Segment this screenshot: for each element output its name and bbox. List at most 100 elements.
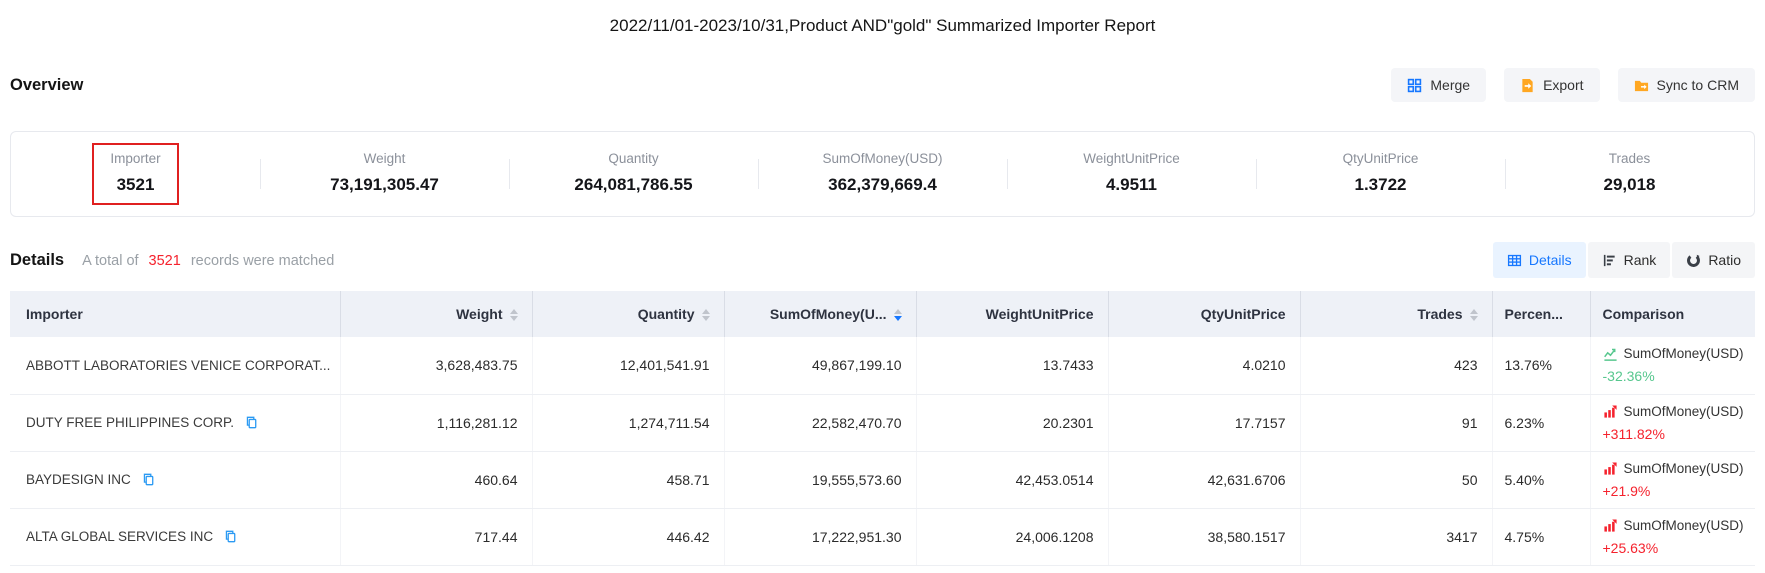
copy-icon[interactable] — [142, 473, 155, 486]
button-label: Export — [1543, 77, 1583, 93]
column-label: WeightUnitPrice — [986, 306, 1094, 322]
sort-desc-icon[interactable] — [894, 316, 902, 321]
sync-to-crm-button[interactable]: Sync to CRM — [1618, 68, 1755, 102]
quantity-cell: 446.42 — [532, 508, 724, 565]
overview-stat-weight: Weight 73,191,305.47 — [260, 145, 509, 203]
tab-label: Details — [1529, 252, 1572, 268]
column-header-trades[interactable]: Trades — [1300, 291, 1492, 337]
view-tabs: Details Rank Ratio — [1493, 242, 1755, 278]
column-header-quantity[interactable]: Quantity — [532, 291, 724, 337]
stat-label: Quantity — [574, 151, 692, 167]
column-header-importer: Importer — [10, 291, 340, 337]
sort-desc-icon[interactable] — [510, 316, 518, 321]
trend-up-icon — [1603, 518, 1618, 533]
comparison-change: +25.63% — [1603, 539, 1755, 557]
importer-highlight-box: Importer 3521 — [92, 143, 178, 205]
sort-asc-icon[interactable] — [894, 309, 902, 314]
overview-heading: Overview — [10, 76, 83, 95]
trades-cell: 50 — [1300, 451, 1492, 508]
sort-desc-icon[interactable] — [702, 316, 710, 321]
details-table-wrap: Importer Weight Quantity SumOfMoney(U... Wei… — [10, 291, 1755, 566]
column-label: Importer — [26, 306, 83, 322]
stat-value: 3521 — [110, 175, 160, 195]
column-header-weight[interactable]: Weight — [340, 291, 532, 337]
percent-cell: 4.75% — [1492, 508, 1590, 565]
column-label: Trades — [1417, 306, 1462, 322]
stat-value: 1.3722 — [1343, 175, 1419, 195]
tab-rank[interactable]: Rank — [1588, 242, 1671, 278]
trend-up-icon — [1603, 404, 1618, 419]
comparison-change: +311.82% — [1603, 425, 1755, 443]
weight-cell: 3,628,483.75 — [340, 337, 532, 394]
qty-unit-price-cell: 4.0210 — [1108, 337, 1300, 394]
stat-label: WeightUnitPrice — [1083, 151, 1180, 167]
sort-desc-icon[interactable] — [1470, 316, 1478, 321]
stat-label: SumOfMoney(USD) — [822, 151, 942, 167]
comparison-change: +21.9% — [1603, 482, 1755, 500]
weight-cell: 460.64 — [340, 451, 532, 508]
stat-value: 362,379,669.4 — [822, 175, 942, 195]
copy-icon[interactable] — [224, 530, 237, 543]
overview-stat-importer: Importer 3521 — [11, 143, 260, 205]
weight-cell: 1,116,281.12 — [340, 394, 532, 451]
column-label: Weight — [456, 306, 502, 322]
tab-ratio[interactable]: Ratio — [1672, 242, 1755, 278]
overview-stat-weightunitprice: WeightUnitPrice 4.9511 — [1007, 145, 1256, 203]
qty-unit-price-cell: 17.7157 — [1108, 394, 1300, 451]
export-button[interactable]: Export — [1504, 68, 1599, 102]
column-label: Percen... — [1505, 306, 1563, 322]
weight-unit-price-cell: 13.7433 — [916, 337, 1108, 394]
sort-carets[interactable] — [1470, 309, 1478, 321]
stat-label: Trades — [1604, 151, 1656, 167]
merge-icon — [1407, 78, 1422, 93]
importer-name[interactable]: ALTA GLOBAL SERVICES INC — [26, 529, 213, 544]
weight-cell: 717.44 — [340, 508, 532, 565]
column-header-sumofmoney-u[interactable]: SumOfMoney(U... — [724, 291, 916, 337]
quantity-cell: 1,274,711.54 — [532, 394, 724, 451]
trades-cell: 3417 — [1300, 508, 1492, 565]
sort-asc-icon[interactable] — [1470, 309, 1478, 314]
ratio-icon — [1686, 253, 1701, 268]
importer-report-page: 2022/11/01-2023/10/31,Product AND"gold" … — [0, 0, 1765, 573]
weight-unit-price-cell: 42,453.0514 — [916, 451, 1108, 508]
sort-asc-icon[interactable] — [702, 309, 710, 314]
overview-stat-trades: Trades 29,018 — [1505, 145, 1754, 203]
sort-carets[interactable] — [894, 309, 902, 321]
table-body: ABBOTT LABORATORIES VENICE CORPORAT... 3… — [10, 337, 1755, 565]
percent-cell: 13.76% — [1492, 337, 1590, 394]
column-label: SumOfMoney(U... — [770, 306, 887, 322]
trend-down-icon — [1603, 347, 1618, 362]
button-label: Merge — [1430, 77, 1470, 93]
importer-name[interactable]: BAYDESIGN INC — [26, 472, 131, 487]
importer-name[interactable]: DUTY FREE PHILIPPINES CORP. — [26, 415, 234, 430]
importer-name[interactable]: ABBOTT LABORATORIES VENICE CORPORAT... — [26, 358, 330, 373]
tab-details[interactable]: Details — [1493, 242, 1586, 278]
copy-icon[interactable] — [245, 416, 258, 429]
merge-button[interactable]: Merge — [1391, 68, 1486, 102]
sum-of-money-cell: 22,582,470.70 — [724, 394, 916, 451]
button-label: Sync to CRM — [1657, 77, 1739, 93]
page-title: 2022/11/01-2023/10/31,Product AND"gold" … — [0, 0, 1765, 37]
comparison-metric: SumOfMoney(USD) — [1624, 460, 1744, 478]
weight-unit-price-cell: 20.2301 — [916, 394, 1108, 451]
column-header-qtyunitprice: QtyUnitPrice — [1108, 291, 1300, 337]
sort-asc-icon[interactable] — [510, 309, 518, 314]
comparison-cell: SumOfMoney(USD) +21.9% — [1590, 451, 1755, 508]
sum-of-money-cell: 49,867,199.10 — [724, 337, 916, 394]
quantity-cell: 458.71 — [532, 451, 724, 508]
summary-prefix: A total of — [82, 253, 138, 269]
tab-label: Rank — [1624, 252, 1657, 268]
sort-carets[interactable] — [510, 309, 518, 321]
quantity-cell: 12,401,541.91 — [532, 337, 724, 394]
sort-carets[interactable] — [702, 309, 710, 321]
percent-cell: 6.23% — [1492, 394, 1590, 451]
sum-of-money-cell: 19,555,573.60 — [724, 451, 916, 508]
comparison-cell: SumOfMoney(USD) -32.36% — [1590, 337, 1755, 394]
comparison-cell: SumOfMoney(USD) +311.82% — [1590, 394, 1755, 451]
column-header-weightunitprice: WeightUnitPrice — [916, 291, 1108, 337]
column-label: Comparison — [1603, 306, 1685, 322]
trades-cell: 91 — [1300, 394, 1492, 451]
table-row: ABBOTT LABORATORIES VENICE CORPORAT... 3… — [10, 337, 1755, 394]
trend-up-icon — [1603, 461, 1618, 476]
overview-stat-sumofmoney-usd: SumOfMoney(USD) 362,379,669.4 — [758, 145, 1007, 203]
